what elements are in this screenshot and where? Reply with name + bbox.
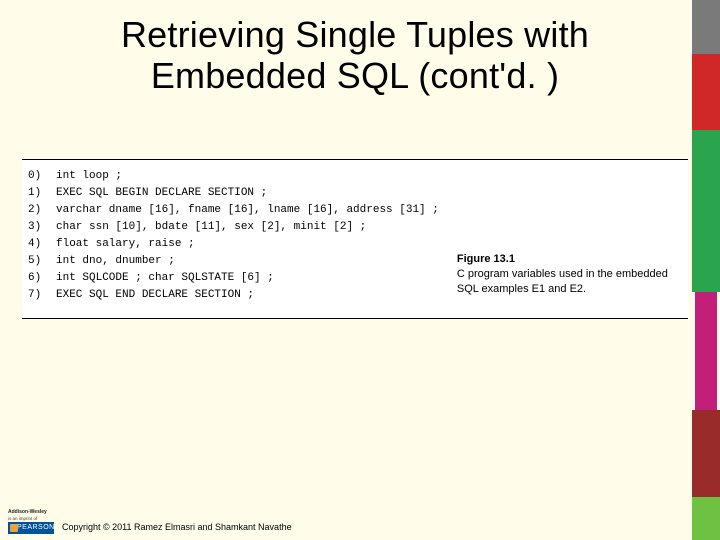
stripe-segment [695, 292, 717, 411]
copyright-text: Copyright © 2011 Ramez Elmasri and Shamk… [62, 522, 292, 534]
stripe-segment [692, 497, 720, 540]
code-line: 7)EXEC SQL END DECLARE SECTION ; [28, 287, 439, 304]
publisher-name: PEARSON [17, 524, 55, 531]
code-area: 0)int loop ; 1)EXEC SQL BEGIN DECLARE SE… [28, 168, 682, 312]
stripe-segment [692, 0, 720, 54]
stripe-segment [692, 130, 720, 292]
code-line: 4)float salary, raise ; [28, 236, 439, 253]
figure-label: Figure 13.1 [457, 253, 515, 265]
publisher-brand-line1: Addison-Wesley [8, 510, 54, 515]
publisher-logo: Addison-Wesley is an imprint of PEARSON [8, 502, 54, 534]
code-line: 2)varchar dname [16], fname [16], lname … [28, 202, 439, 219]
figure-caption: Figure 13.1 C program variables used in … [439, 168, 682, 312]
code-line: 6)int SQLCODE ; char SQLSTATE [6] ; [28, 270, 439, 287]
code-line: 0)int loop ; [28, 168, 439, 185]
code-line: 1)EXEC SQL BEGIN DECLARE SECTION ; [28, 185, 439, 202]
pearson-bar: PEARSON [8, 522, 54, 534]
code-listing: 0)int loop ; 1)EXEC SQL BEGIN DECLARE SE… [28, 168, 439, 312]
code-figure-panel: 0)int loop ; 1)EXEC SQL BEGIN DECLARE SE… [22, 159, 688, 319]
stripe-segment [692, 54, 720, 130]
decorative-stripe [692, 0, 720, 540]
publisher-brand-line2: is an imprint of [8, 516, 54, 521]
slide: Retrieving Single Tuples with Embedded S… [0, 0, 720, 540]
stripe-segment [692, 410, 720, 496]
footer: Addison-Wesley is an imprint of PEARSON … [8, 502, 292, 534]
figure-text: C program variables used in the embedded… [457, 268, 668, 295]
code-line: 3)char ssn [10], bdate [11], sex [2], mi… [28, 219, 439, 236]
slide-title: Retrieving Single Tuples with Embedded S… [40, 14, 670, 97]
code-line: 5)int dno, dnumber ; [28, 253, 439, 270]
